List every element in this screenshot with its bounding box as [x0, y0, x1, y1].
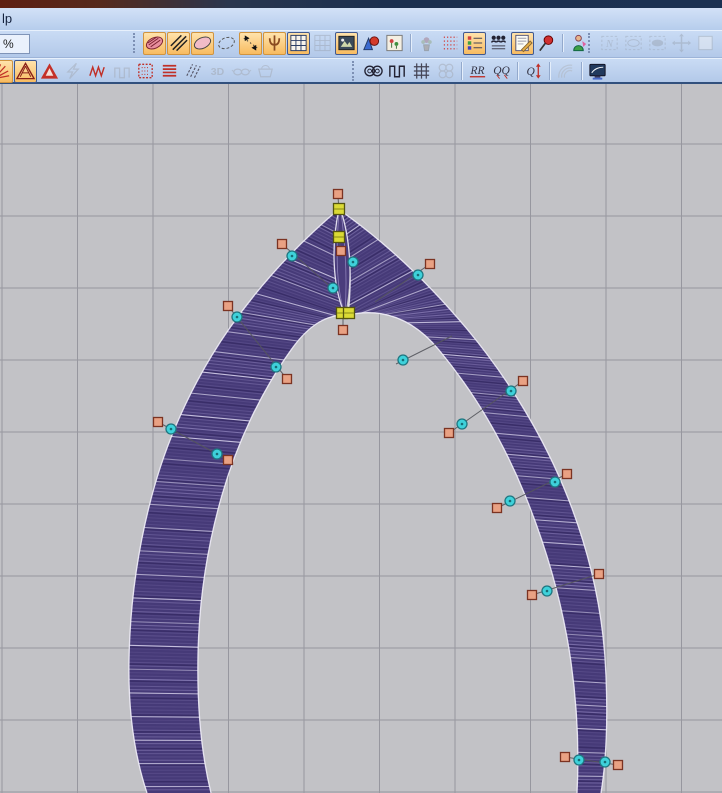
glasses-icon [230, 60, 253, 83]
handle-point[interactable] [559, 751, 571, 763]
toolbar-row-2: 3D RR QQ Q [0, 58, 722, 84]
menu-item-fragment[interactable]: lp [2, 11, 12, 26]
svg-text:3D: 3D [211, 66, 225, 78]
pushpin-icon[interactable] [535, 32, 558, 55]
design-preview-icon[interactable] [383, 32, 406, 55]
chain-icon [434, 60, 457, 83]
application-window: { "window": { "menu_fragment": "lp" }, "… [0, 0, 722, 793]
bitmap-view-icon[interactable] [335, 31, 358, 55]
handle-point[interactable] [335, 245, 347, 257]
run-stitch-icon[interactable] [239, 31, 262, 55]
svg-text:Q: Q [527, 66, 536, 78]
shape-outline-icon[interactable] [191, 31, 214, 55]
weave-icon[interactable] [410, 60, 433, 83]
design-properties-icon[interactable] [511, 31, 534, 55]
closest-join-icon[interactable]: QQ [490, 60, 513, 83]
objects-icon[interactable] [359, 32, 382, 55]
satin-column-icon[interactable] [14, 59, 37, 83]
wizard-icon[interactable] [567, 32, 590, 55]
handle-point[interactable] [281, 373, 293, 385]
screen-calibrate-icon[interactable] [586, 60, 609, 83]
toolbar-separator [546, 61, 553, 81]
pattern-dots-icon[interactable] [439, 32, 462, 55]
underlay-wave-icon[interactable] [386, 60, 409, 83]
manual-stitch-icon[interactable] [263, 31, 286, 55]
toolbar-row-1: % N [0, 30, 722, 58]
tatami-fill-icon[interactable] [167, 31, 190, 55]
remove-overlap-icon[interactable]: RR [466, 60, 489, 83]
handle-point[interactable] [276, 238, 288, 250]
handle-point[interactable] [561, 468, 573, 480]
move-design-icon [670, 32, 693, 55]
zoom-percent-suffix: % [3, 37, 14, 51]
handle-point[interactable] [593, 568, 605, 580]
zigzag-stitch-icon[interactable] [86, 60, 109, 83]
plant-faded-icon [415, 32, 438, 55]
toolbar-separator [514, 61, 521, 81]
handle-point[interactable] [222, 300, 234, 312]
design-viewport[interactable] [0, 84, 722, 793]
toolbar-grip[interactable] [352, 61, 359, 81]
embroidery-object[interactable] [128, 208, 608, 793]
handle-point[interactable] [517, 375, 529, 387]
handle-point[interactable] [152, 416, 164, 428]
select-ellipse-icon[interactable] [215, 32, 238, 55]
toolbar-group-effects: RR QQ Q [352, 59, 609, 83]
toolbar-separator [559, 33, 566, 53]
grid-toggle-icon[interactable] [287, 31, 310, 55]
underlay-rings-icon[interactable] [362, 60, 385, 83]
motif-fill-icon[interactable] [134, 60, 157, 83]
title-bar-fragment [0, 0, 722, 8]
basket-icon [254, 60, 277, 83]
toolbar-group-main [133, 31, 590, 55]
fill-stitch-icon[interactable] [143, 31, 166, 55]
hoop-object-icon[interactable] [718, 32, 722, 55]
stitch-direction-icon[interactable]: Q [522, 60, 545, 83]
mirror-frame-filled-icon [646, 32, 669, 55]
lettering-icon[interactable] [38, 60, 61, 83]
color-film-icon[interactable] [463, 31, 486, 55]
handle-point[interactable] [424, 258, 436, 270]
toolbar-separator [458, 61, 465, 81]
e-stitch-icon [110, 60, 133, 83]
design-canvas[interactable] [0, 84, 722, 793]
arc-effect-icon [554, 60, 577, 83]
canvas-grid [0, 84, 722, 793]
stitch-list-icon[interactable] [487, 32, 510, 55]
toolbar-grip[interactable] [588, 33, 595, 53]
contour-lines-icon[interactable] [158, 60, 181, 83]
svg-text:RR: RR [470, 65, 485, 77]
zoom-percent-field[interactable]: % [0, 34, 30, 54]
toolbar-separator [407, 33, 414, 53]
svg-text:N: N [605, 39, 614, 50]
svg-text:QQ: QQ [493, 65, 510, 77]
handle-point[interactable] [222, 454, 234, 466]
3d-effect-icon: 3D [206, 60, 229, 83]
grid-alt-icon [311, 32, 334, 55]
toolbar-separator [578, 61, 585, 81]
frame-n-icon: N [598, 32, 621, 55]
fan-stitch-icon[interactable] [0, 59, 13, 83]
handle-point[interactable] [526, 589, 538, 601]
handle-point[interactable] [491, 502, 503, 514]
handle-point[interactable] [337, 324, 349, 336]
fancy-fill-icon[interactable] [182, 60, 205, 83]
menu-bar[interactable]: lp [0, 8, 722, 30]
mirror-frame-icon [622, 32, 645, 55]
toolbar-group-arrange: N [588, 31, 722, 55]
blank-frame-icon [694, 32, 717, 55]
handle-point[interactable] [443, 427, 455, 439]
handle-point[interactable] [612, 759, 624, 771]
skew-icon [62, 60, 85, 83]
toolbar-group-stitch-types: 3D [0, 59, 277, 83]
toolbar-grip[interactable] [133, 33, 140, 53]
handle-point[interactable] [332, 188, 344, 200]
